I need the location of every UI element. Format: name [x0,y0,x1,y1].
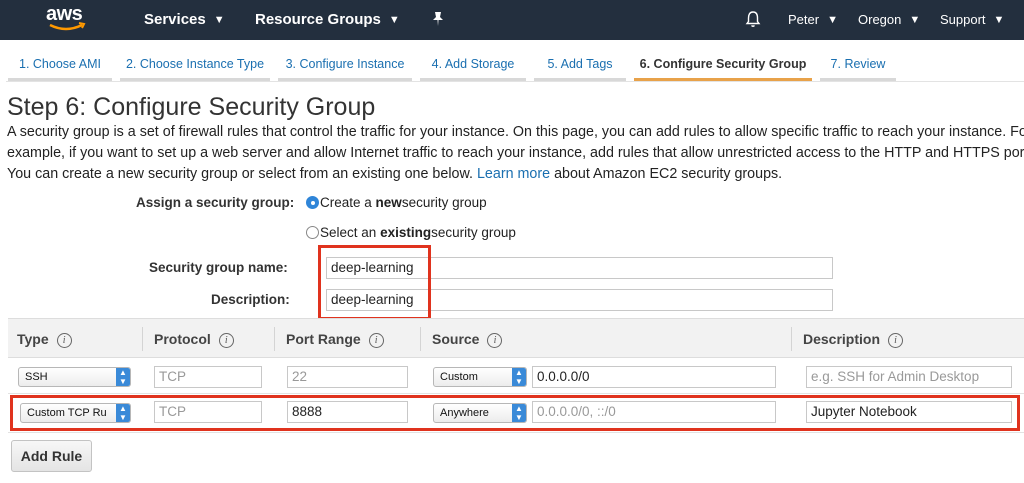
intro-line: example, if you want to set up a web ser… [7,145,1024,161]
rule-type-value: Custom TCP Ru [27,407,107,419]
top-navigation-bar: aws Services ▼ Resource Groups ▼ Peter ▼ Or… [0,0,1024,40]
chevron-down-icon: ▼ [993,14,1005,26]
info-icon[interactable]: i [368,333,384,348]
rule-description-input[interactable]: Jupyter Notebook [806,401,1012,423]
create-new-option[interactable]: Create a new security group [306,195,487,210]
source-cidr-input[interactable]: 0.0.0.0/0 [532,366,776,388]
updown-arrow-icon: ▲ ▼ [116,368,130,386]
learn-more-link[interactable]: Learn more [477,166,550,182]
tab-review[interactable]: 7. Review [820,40,896,81]
intro-text-part: You can create a new security group or s… [7,166,473,182]
support-menu[interactable]: Support ▼ [940,0,1004,40]
services-label: Services [144,11,206,28]
updown-arrow-icon: ▲ ▼ [116,404,130,422]
info-icon[interactable]: i [888,333,904,348]
updown-arrow-icon: ▲ ▼ [512,404,526,422]
rule-type-select[interactable]: Custom TCP Ru ▲ ▼ [20,403,131,423]
description-label: Description: [211,292,290,307]
column-divider [791,327,792,351]
protocol-field: TCP [154,401,262,423]
region-menu[interactable]: Oregon ▼ [858,0,920,40]
add-rule-button[interactable]: Add Rule [11,440,92,472]
header-type-label: Type [17,331,49,347]
option-text: Create a [320,195,372,210]
header-source: Source i [432,319,503,359]
option-text: Select an [320,225,377,240]
option-text: security group [401,195,487,210]
resource-groups-label: Resource Groups [255,11,381,28]
rule-type-select[interactable]: SSH ▲ ▼ [18,367,131,387]
select-existing-radio[interactable] [306,226,319,239]
rule-type-value: SSH [25,371,48,383]
chevron-down-icon: ▼ [827,14,838,26]
user-menu[interactable]: Peter ▼ [788,0,838,40]
port-range-field: 22 [287,366,408,388]
tab-configure-instance[interactable]: 3. Configure Instance [278,40,412,81]
notifications-button[interactable] [745,0,761,40]
port-range-input[interactable]: 8888 [287,401,408,423]
create-new-radio[interactable] [306,196,319,209]
info-icon[interactable]: i [218,333,234,348]
option-text: security group [431,225,516,240]
chevron-down-icon: ▼ [213,14,225,26]
resource-groups-menu[interactable]: Resource Groups ▼ [255,0,400,40]
header-port-range: Port Range i [286,319,384,359]
intro-line: A security group is a set of firewall ru… [7,124,1024,140]
support-label: Support [940,12,986,27]
aws-smile-icon [49,22,86,31]
header-protocol: Protocol i [154,319,234,359]
pin-icon [433,12,443,26]
info-icon[interactable]: i [487,333,503,348]
description-input[interactable]: deep-learning [326,289,833,311]
assign-security-group-label: Assign a security group: [136,195,295,210]
header-source-label: Source [432,331,480,347]
source-select-value: Anywhere [440,407,489,419]
option-text-bold: new [375,195,402,210]
row-divider [8,393,1024,394]
header-protocol-label: Protocol [154,331,211,347]
column-divider [420,327,421,351]
security-group-name-input[interactable]: deep-learning [326,257,833,279]
security-group-name-label: Security group name: [149,260,288,275]
intro-text-part: about Amazon EC2 security groups. [554,166,783,182]
column-divider [142,327,143,351]
intro-text: A security group is a set of firewall ru… [7,122,1024,185]
page-title: Step 6: Configure Security Group [7,93,376,121]
tab-add-tags[interactable]: 5. Add Tags [534,40,626,81]
chevron-down-icon: ▼ [388,14,400,26]
tab-configure-security-group[interactable]: 6. Configure Security Group [634,40,812,81]
user-name: Peter [788,12,820,27]
source-select-value: Custom [440,371,478,383]
region-name: Oregon [858,12,902,27]
pin-button[interactable] [431,0,445,40]
source-select[interactable]: Custom ▲ ▼ [433,367,527,387]
protocol-field: TCP [154,366,262,388]
header-type: Type i [17,319,72,359]
rule-description-input[interactable]: e.g. SSH for Admin Desktop [806,366,1012,388]
updown-arrow-icon: ▲ ▼ [512,368,526,386]
aws-logo[interactable]: aws [46,3,92,35]
tab-add-storage[interactable]: 4. Add Storage [420,40,526,81]
select-existing-option[interactable]: Select an existing security group [306,225,516,240]
source-cidr-field: 0.0.0.0/0, ::/0 [532,401,776,423]
info-icon[interactable]: i [56,333,72,348]
rules-table-header: Type i Protocol i Port Range i Source i Desc… [8,318,1024,358]
intro-line: You can create a new security group or s… [7,164,1024,185]
source-select[interactable]: Anywhere ▲ ▼ [433,403,527,423]
tab-choose-instance-type[interactable]: 2. Choose Instance Type [120,40,270,81]
column-divider [274,327,275,351]
bell-icon [745,11,761,27]
header-port-range-label: Port Range [286,331,361,347]
option-text-bold: existing [380,225,432,240]
services-menu[interactable]: Services ▼ [144,0,225,40]
header-description: Description i [803,319,904,359]
tab-choose-ami[interactable]: 1. Choose AMI [8,40,112,81]
wizard-steps: 1. Choose AMI 2. Choose Instance Type 3.… [6,40,1024,82]
header-description-label: Description [803,331,881,347]
chevron-down-icon: ▼ [909,14,921,26]
row-divider [8,432,1024,433]
